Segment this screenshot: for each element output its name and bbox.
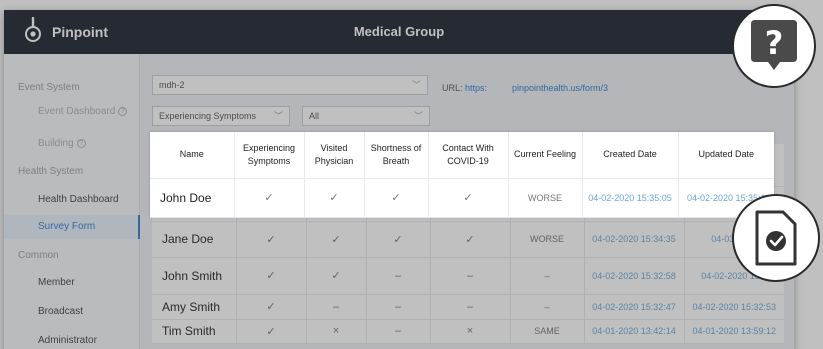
cell-contact: × [430,319,511,344]
sidebar-item-label: Building [38,138,74,149]
url-scheme: https: [465,83,488,93]
cell-physician: – [306,294,367,320]
column-header[interactable]: Experiencing Symptoms [234,132,305,179]
column-header[interactable]: Contact With COVID-19 [428,132,509,179]
cell-symptoms: ✓ [236,257,307,295]
form-select[interactable]: mdh-2 ﹀ [152,75,428,95]
cell-breath: – [366,257,431,295]
cell-symptoms: ✓ [236,294,307,320]
table-row[interactable]: Amy Smith ✓ – – – – 04-02-2020 15:32:47 … [152,294,784,320]
column-header[interactable]: Shortness of Breath [364,132,429,179]
symptom-filter-value: Experiencing Symptoms [159,111,257,121]
table-row[interactable]: Jane Doe ✓ ✓ ✓ ✓ WORSE 04-02-2020 15:34:… [152,221,784,258]
sidebar-item-event-dashboard[interactable]: Event Dashboard? [4,106,140,117]
cell-feeling: WORSE [508,178,583,218]
cell-breath: ✓ [364,178,429,218]
cell-contact: ✓ [428,178,509,218]
table-row[interactable]: John Doe ✓ ✓ ✓ ✓ WORSE 04-02-2020 15:35:… [150,178,774,218]
sidebar-item-survey-form[interactable]: Survey Form [4,215,140,239]
sidebar-section-common: Common [18,250,59,261]
chevron-down-icon: ﹀ [413,111,423,121]
column-header[interactable]: Visited Physician [304,132,365,179]
cell-symptoms: ✓ [234,178,305,218]
cell-physician: × [306,319,367,344]
cell-breath: ✓ [366,221,431,258]
status-filter-select[interactable]: All ﹀ [302,106,430,126]
cell-created: 04-02-2020 15:34:35 [584,221,685,258]
chevron-down-icon: ﹀ [273,111,283,121]
cell-name: John Doe [150,178,235,218]
chevron-down-icon: ﹀ [411,80,421,90]
form-select-value: mdh-2 [159,80,185,90]
cell-created: 04-02-2020 15:32:58 [584,257,685,295]
cell-feeling: – [510,257,585,295]
cell-name: Jane Doe [152,221,237,258]
cell-updated: 04-01-2020 13:59:12 [684,319,784,344]
document-check-icon[interactable] [732,194,820,282]
cell-feeling: WORSE [510,221,585,258]
sidebar: Event System Event Dashboard? Building? … [4,54,140,349]
cell-breath: – [366,319,431,344]
cell-symptoms: ✓ [236,221,307,258]
cell-symptoms: ✓ [236,319,307,344]
sidebar-item-health-dashboard[interactable]: Health Dashboard [4,194,140,205]
top-bar: Pinpoint Medical Group [4,10,794,54]
column-header[interactable]: Created Date [582,132,679,179]
column-header[interactable]: Updated Date [678,132,774,179]
sidebar-item-building[interactable]: Building? [4,138,140,149]
sidebar-item-broadcast[interactable]: Broadcast [4,306,140,317]
table-row[interactable]: Tim Smith ✓ × – × SAME 04-01-2020 13:42:… [152,319,784,344]
cell-breath: – [366,294,431,320]
cell-name: Tim Smith [152,319,237,344]
cell-physician: ✓ [306,257,367,295]
sidebar-section-event-system: Event System [18,82,80,93]
url-label-text: URL: [442,83,463,93]
cell-created: 04-01-2020 13:42:14 [584,319,685,344]
highlighted-row-callout: Name Experiencing Symptoms Visited Physi… [150,132,774,218]
cell-physician: ✓ [304,178,365,218]
help-icon: ? [118,106,128,116]
table-row[interactable]: John Smith ✓ ✓ – – – 04-02-2020 15:32:58… [152,257,784,295]
cell-contact: ✓ [430,221,511,258]
organization-title: Medical Group [353,24,445,39]
column-header[interactable]: Name [150,132,235,179]
column-header[interactable]: Current Feeling [508,132,583,179]
form-url-label: URL: https: [442,83,487,93]
cell-contact: – [430,257,511,295]
status-filter-value: All [309,111,320,121]
table-header-row: Name Experiencing Symptoms Visited Physi… [150,132,774,179]
help-icon: ? [76,138,86,148]
sidebar-section-health-system: Health System [18,166,84,177]
svg-text:?: ? [765,24,784,62]
cell-feeling: – [510,294,585,320]
cell-created: 04-02-2020 15:35:05 [582,178,679,218]
form-url-link[interactable]: pinpointhealth.us/form/3 [512,83,608,93]
cell-physician: ✓ [306,221,367,258]
sidebar-item-administrator[interactable]: Administrator [4,335,140,346]
cell-feeling: SAME [510,319,585,344]
help-bubble-icon[interactable]: ? [732,4,816,88]
symptom-filter-select[interactable]: Experiencing Symptoms ﹀ [152,106,290,126]
highlighted-table: Name Experiencing Symptoms Visited Physi… [150,132,774,218]
cell-created: 04-02-2020 15:32:47 [584,294,685,320]
cell-updated: 04-02-2020 15:32:53 [684,294,784,320]
sidebar-item-member[interactable]: Member [4,277,140,288]
sidebar-item-label: Event Dashboard [38,106,116,117]
cell-name: Amy Smith [152,294,237,320]
cell-contact: – [430,294,511,320]
cell-name: John Smith [152,257,237,295]
